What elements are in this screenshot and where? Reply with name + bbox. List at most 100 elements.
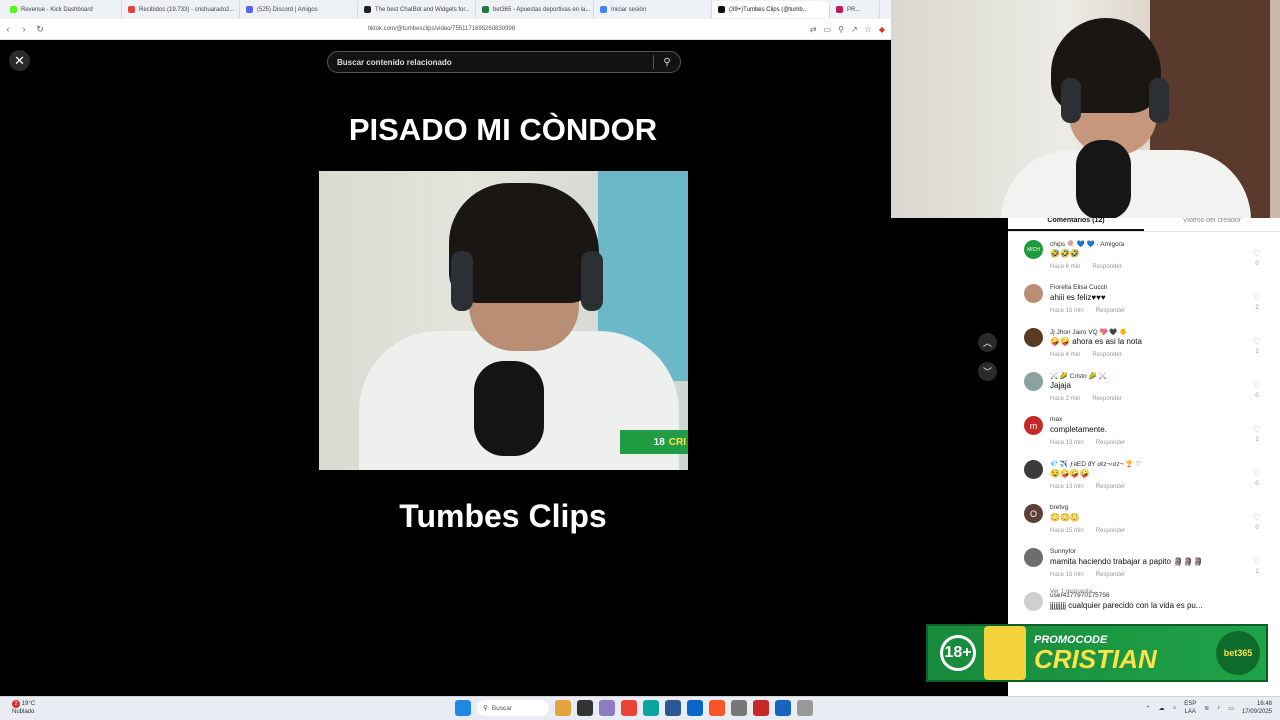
- chrome-icon-2[interactable]: [753, 700, 769, 716]
- comment-username[interactable]: Fiorella Elisa Cucch: [1050, 284, 1107, 291]
- files-app-icon[interactable]: [555, 700, 571, 716]
- heart-icon[interactable]: ♡: [1250, 468, 1264, 479]
- like-count: 2: [1255, 305, 1259, 311]
- avatar[interactable]: [1024, 460, 1043, 479]
- comment-username[interactable]: ⚔️ 🌽 Cristo 🌽 ⚔️: [1050, 372, 1107, 380]
- comment-meta: Hace 6 min Responder: [1050, 264, 1122, 270]
- browser-tab[interactable]: The best ChatBot and Widgets for...: [358, 1, 476, 18]
- volume-icon[interactable]: ♪: [1217, 705, 1220, 711]
- chevron-up-icon[interactable]: ⌃: [1146, 705, 1151, 712]
- tab-creator-videos[interactable]: Videos del creador: [1144, 218, 1280, 231]
- terminal-icon[interactable]: [577, 700, 593, 716]
- clock-date: 17/09/2025: [1241, 709, 1272, 715]
- network-icon[interactable]: ⌂: [1173, 705, 1177, 711]
- video-player[interactable]: 18 CRI: [319, 171, 688, 470]
- heart-icon[interactable]: ♡: [1250, 380, 1264, 391]
- comment-username[interactable]: Sunnyfor: [1050, 548, 1076, 555]
- reply-button[interactable]: Responder: [1092, 396, 1121, 402]
- browser-tab[interactable]: bet365 - Apuestas deportivas en la...: [476, 1, 594, 18]
- forward-icon[interactable]: ›: [16, 24, 32, 34]
- cloud-icon[interactable]: ☁: [1159, 705, 1165, 712]
- store-icon[interactable]: [665, 700, 681, 716]
- browser-tab[interactable]: (39+)Tumbes Clips (@tumb...: [712, 1, 830, 18]
- comment-username[interactable]: max: [1050, 416, 1062, 423]
- comment-meta: Hace 13 min Responder: [1050, 440, 1125, 446]
- related-search-input[interactable]: Buscar contenido relacionado ⚲: [327, 51, 681, 73]
- age-badge: 18+: [940, 635, 976, 671]
- taskbar-search[interactable]: ⚲ Buscar: [477, 700, 549, 716]
- heart-icon[interactable]: ♡: [1250, 336, 1264, 347]
- reply-button[interactable]: Responder: [1096, 572, 1125, 578]
- back-icon[interactable]: ‹: [0, 24, 16, 34]
- battery-icon[interactable]: ▭: [1228, 705, 1234, 712]
- reply-button[interactable]: Responder: [1092, 352, 1121, 358]
- comment-meta: Hace 15 min Responder: [1050, 572, 1125, 578]
- heart-icon[interactable]: ♡: [1250, 424, 1264, 435]
- tab-favicon: [10, 6, 17, 13]
- settings-icon[interactable]: [731, 700, 747, 716]
- avatar[interactable]: m: [1024, 416, 1043, 435]
- app-icon[interactable]: [775, 700, 791, 716]
- bookmark-icon[interactable]: ☆: [865, 25, 872, 34]
- edge-icon[interactable]: [643, 700, 659, 716]
- comment-text: 🤣🤣🤣: [1050, 249, 1080, 258]
- language-indicator[interactable]: ESP LAA: [1184, 700, 1196, 716]
- heart-icon[interactable]: ♡: [1250, 248, 1264, 259]
- heart-icon[interactable]: ♡: [1250, 292, 1264, 303]
- clock[interactable]: 16:48 17/09/2025: [1242, 700, 1272, 716]
- avatar[interactable]: O: [1024, 504, 1043, 523]
- heart-icon[interactable]: ♡: [1250, 556, 1264, 567]
- next-video-button[interactable]: ﹀: [978, 362, 997, 381]
- view-replies-link[interactable]: Ver 1 respuesta ⌄: [1050, 588, 1099, 595]
- comment-text: mamita haciendo trabajar a papito 🗿🗿🗿: [1050, 557, 1204, 566]
- cast-icon[interactable]: ▭: [824, 25, 832, 34]
- zoom-icon[interactable]: ⚲: [838, 25, 844, 34]
- comment-meta: Hace 2 min Responder: [1050, 396, 1122, 402]
- comment-item: Jj Jhon Jairo VQ 💖 🖤 🐥 🤪🤪 ahora es asi la…: [1024, 328, 1264, 372]
- extension-icon[interactable]: ◆: [879, 25, 885, 34]
- reload-icon[interactable]: ↻: [32, 24, 48, 35]
- avatar[interactable]: [1024, 592, 1043, 611]
- browser-tab[interactable]: Revenue - Kick Dashboard: [4, 1, 122, 18]
- comment-username[interactable]: Jj Jhon Jairo VQ 💖 🖤 🐥: [1050, 328, 1127, 336]
- brave-icon[interactable]: [709, 700, 725, 716]
- tab-comments[interactable]: Comentarios (12): [1008, 218, 1144, 231]
- avatar[interactable]: [1024, 284, 1043, 303]
- wifi-icon[interactable]: ≋: [1204, 705, 1209, 712]
- reply-button[interactable]: Responder: [1092, 264, 1121, 270]
- comment-username[interactable]: chips 🍭 💙 💙 · Amigo/a: [1050, 240, 1124, 248]
- url-field[interactable]: tiktok.com/@tumbesclips/video/7551171695…: [368, 26, 515, 32]
- browser-tab[interactable]: Iniciar sesión: [594, 1, 712, 18]
- tab-favicon: [600, 6, 607, 13]
- avatar[interactable]: MICH: [1024, 240, 1043, 259]
- translate-icon[interactable]: ⇄: [810, 25, 817, 34]
- browser-tab[interactable]: (525) Discord | Amigos: [240, 1, 358, 18]
- browser-tab[interactable]: Recibidos (19.733) - crishuarado2...: [122, 1, 240, 18]
- browser-tab-bar: Revenue - Kick Dashboard Recibidos (19.73…: [0, 0, 891, 19]
- tab-favicon: [364, 6, 371, 13]
- share-icon[interactable]: ↗: [851, 25, 858, 34]
- close-button[interactable]: ✕: [9, 50, 30, 71]
- avatar[interactable]: [1024, 328, 1043, 347]
- copilot-icon[interactable]: [599, 700, 615, 716]
- chrome-icon[interactable]: [621, 700, 637, 716]
- heart-icon[interactable]: ♡: [1250, 512, 1264, 523]
- headphone-left: [1061, 78, 1081, 123]
- pin-icon[interactable]: [797, 700, 813, 716]
- reply-button[interactable]: Responder: [1096, 308, 1125, 314]
- reply-button[interactable]: Responder: [1096, 484, 1125, 490]
- reply-button[interactable]: Responder: [1096, 528, 1125, 534]
- reply-button[interactable]: Responder: [1096, 440, 1125, 446]
- avatar[interactable]: [1024, 372, 1043, 391]
- comment-username[interactable]: bretvg: [1050, 504, 1068, 511]
- like-count: 1: [1255, 569, 1259, 575]
- previous-video-button[interactable]: ︿: [978, 333, 997, 352]
- weather-widget[interactable]: 2 19°C Nublado: [12, 700, 35, 716]
- browser-tab[interactable]: PR...: [830, 1, 880, 18]
- outlook-icon[interactable]: [687, 700, 703, 716]
- comment-meta: Hace 15 min Responder: [1050, 528, 1125, 534]
- search-icon[interactable]: ⚲: [654, 57, 680, 68]
- avatar[interactable]: [1024, 548, 1043, 567]
- comment-username[interactable]: 💎 ✈️ ƒяЕD đY αℓz¬‹σz¬ 🏆 ♡: [1050, 460, 1141, 468]
- windows-start-icon[interactable]: [455, 700, 471, 716]
